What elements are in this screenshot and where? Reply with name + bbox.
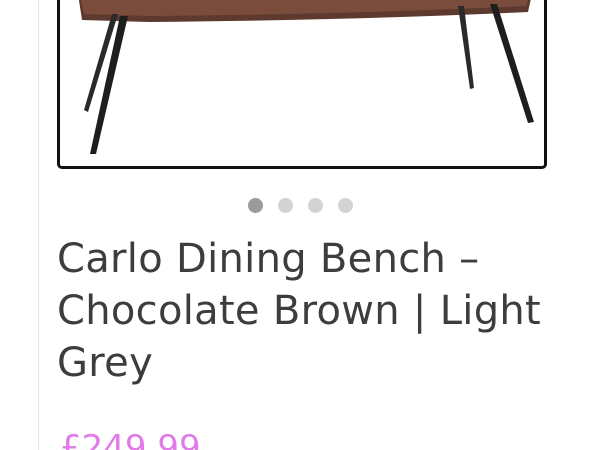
carousel-dot-2[interactable] [278, 198, 293, 213]
bench-illustration [78, 0, 534, 154]
carousel-dot-4[interactable] [338, 198, 353, 213]
bench-leg-front-right [490, 4, 534, 123]
carousel-dots [0, 198, 600, 214]
bench-leg-back-right [458, 6, 474, 89]
product-page: Carlo Dining Bench – Chocolate Brown | L… [0, 0, 600, 450]
left-divider [38, 0, 39, 450]
carousel-dot-1[interactable] [248, 198, 263, 213]
carousel-dot-3[interactable] [308, 198, 323, 213]
product-price: £249.99 [60, 428, 201, 450]
product-title: Carlo Dining Bench – Chocolate Brown | L… [57, 236, 542, 386]
product-image[interactable] [57, 0, 547, 169]
